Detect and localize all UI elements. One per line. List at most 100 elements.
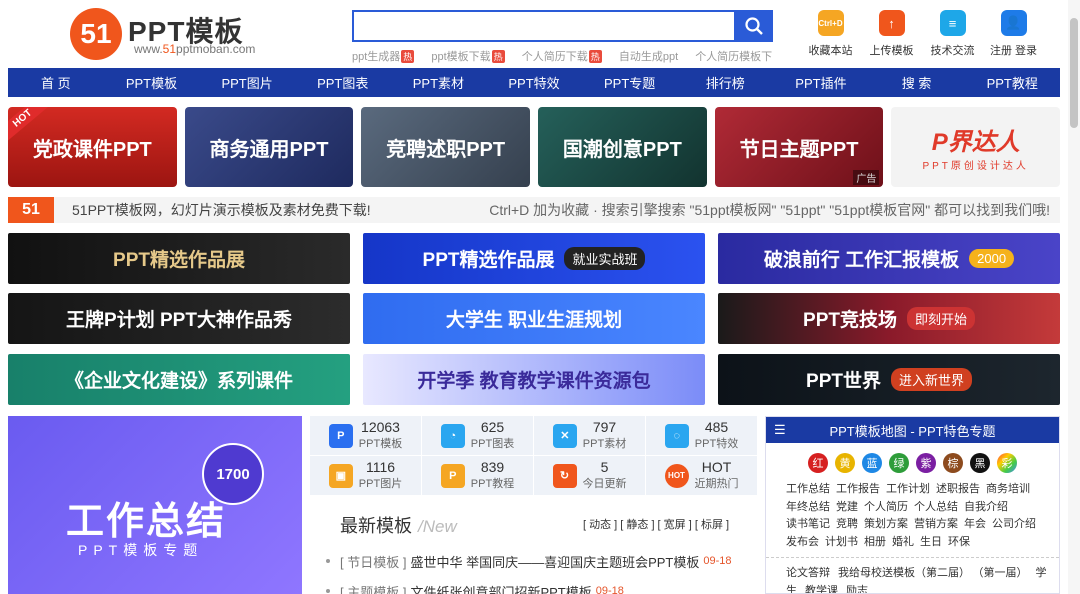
topic-tag[interactable]: 婚礼 [892,536,914,548]
ad-banner[interactable]: 开学季 教育教学课件资源包 [363,353,705,405]
color-blue[interactable]: 蓝 [862,453,882,473]
nav-effects[interactable]: PPT特效 [486,68,582,97]
list-item[interactable]: [ 节日模板 ] 盛世中华 举国同庆——喜迎国庆主题班会PPT模板 09-18 [326,546,766,576]
refresh-icon: ↻ [552,463,577,488]
nav-tutorials[interactable]: PPT教程 [964,68,1060,97]
latest-list: [ 节日模板 ] 盛世中华 举国同庆——喜迎国庆主题班会PPT模板 09-18 [ … [326,546,766,594]
topic-tag[interactable]: 工作总结 [786,483,830,495]
topic-tag[interactable]: 党建 [836,501,858,513]
logo-mark: 51 [70,8,122,60]
color-purple[interactable]: 紫 [916,453,936,473]
nav-charts[interactable]: PPT图表 [295,68,391,97]
ad-banner[interactable]: PPT竞技场 即刻开始 [718,293,1060,345]
search-input[interactable] [354,12,734,40]
topic-tag[interactable]: 个人简历 [864,501,908,513]
topic-tag[interactable]: 我给母校送模板（第二届） [838,567,970,579]
feature-title: 工作总结 [66,501,227,543]
color-black[interactable]: 黑 [970,453,990,473]
topic-tag[interactable]: 述职报告 [936,483,980,495]
topic-tag[interactable]: 竞聘 [836,518,858,530]
color-brown[interactable]: 棕 [943,453,963,473]
stat-templates[interactable]: P 12063 PPT模板 [310,416,422,456]
ad-banner[interactable]: PPT世界 进入新世界 [718,353,1060,405]
topic-tag[interactable]: 商务培训 [986,483,1030,495]
login-button[interactable]: 👤 注册 登录 [983,10,1044,60]
upload-icon: ↑ [878,10,905,36]
stat-today[interactable]: ↻ 5 今日更新 [534,456,646,496]
scroll-thumb[interactable] [1070,18,1078,128]
topic-tag[interactable]: 计划书 [825,536,858,548]
topic-tag[interactable]: 发布会 [786,536,819,548]
topic-tag[interactable]: 工作报告 [836,483,880,495]
category-party[interactable]: HOT 党政课件PPT [8,107,177,187]
color-filter: 红 黄 蓝 绿 紫 棕 黑 彩 [766,453,1059,473]
hot-link[interactable]: 个人简历模板下载 [695,51,772,63]
page-scrollbar[interactable] [1068,0,1080,594]
ppt-icon: P [328,423,353,448]
nav-templates[interactable]: PPT模板 [104,68,200,97]
forum-button[interactable]: ≡ 技术交流 [922,10,983,60]
upload-button[interactable]: ↑ 上传模板 [861,10,922,60]
topic-tag[interactable]: 自我介绍 [964,501,1008,513]
category-campaign[interactable]: 竞聘述职PPT [361,107,531,187]
latest-filter-tabs[interactable]: [ 动态 ] [ 静态 ] [ 宽屏 ] [ 标屏 ] [583,516,729,532]
pie-chart-icon: ◔ [440,423,465,448]
nav-materials[interactable]: PPT素材 [391,68,487,97]
topic-tag[interactable]: 环保 [948,536,970,548]
category-guochao[interactable]: 国潮创意PPT [538,107,707,187]
topic-tag[interactable]: 年终总结 [786,501,830,513]
color-rainbow[interactable]: 彩 [997,453,1017,473]
nav-ranking[interactable]: 排行榜 [677,68,773,97]
ad-banner[interactable]: PPT精选作品展 [8,233,350,284]
list-item[interactable]: [ 主题模板 ] 文件纸张创意部门招新PPT模板 09-18 [326,576,766,594]
ad-banner[interactable]: 破浪前行 工作汇报模板 2000 [718,233,1060,284]
ad-banner[interactable]: 王牌P计划 PPT大神作品秀 [8,293,350,345]
nav-images[interactable]: PPT图片 [199,68,295,97]
bookmark-button[interactable]: Ctrl+D 收藏本站 [800,10,861,60]
feature-banner[interactable]: 1700 工作总结 PPT模板专题 [8,416,302,594]
topic-tag[interactable]: 读书笔记 [786,518,830,530]
hot-link[interactable]: 自动生成ppt [619,51,678,63]
topic-tag[interactable]: 相册 [864,536,886,548]
hot-link[interactable]: 个人简历下载热 [522,50,602,63]
hot-link[interactable]: ppt生成器热 [352,50,415,63]
ad-banner[interactable]: 大学生 职业生涯规划 [363,293,705,345]
category-festival[interactable]: 节日主题PPT 广告 [714,107,884,187]
ad-banner[interactable]: 《企业文化建设》系列课件 [8,353,350,405]
color-green[interactable]: 绿 [889,453,909,473]
menu-icon: ☰ [774,422,786,437]
stat-materials[interactable]: ✕ 797 PPT素材 [534,416,646,456]
category-business[interactable]: 商务通用PPT [184,107,354,187]
stat-images[interactable]: ▣ 1116 PPT图片 [310,456,422,496]
topic-tag[interactable]: 生日 [920,536,942,548]
stat-hot[interactable]: HOT HOT 近期热门 [646,456,758,496]
topic-tag[interactable]: （第一届） [978,567,1028,579]
topic-tag[interactable]: 教学课 [805,585,838,593]
slogan-bar: 51 51PPT模板网，幻灯片演示模板及素材免费下载! Ctrl+D 加为收藏 … [8,197,1060,223]
color-yellow[interactable]: 黄 [835,453,855,473]
map-header: ☰ PPT模板地图 - PPT特色专题 [766,417,1059,443]
topic-tag[interactable]: 营销方案 [914,518,958,530]
nav-plugins[interactable]: PPT插件 [773,68,869,97]
search-button[interactable] [734,10,773,42]
topic-tag[interactable]: 策划方案 [864,518,908,530]
nav-topics[interactable]: PPT专题 [582,68,678,97]
stat-tutorials[interactable]: P 839 PPT教程 [422,456,534,496]
ad-label: 广告 [853,170,880,185]
topic-tag[interactable]: 励志 [846,585,868,593]
stat-charts[interactable]: ◔ 625 PPT图表 [422,416,534,456]
category-pjieda[interactable]: P界达人 PPT原创设计达人 [891,107,1061,187]
stat-effects[interactable]: ◌ 485 PPT特效 [646,416,758,456]
nav-search[interactable]: 搜 索 [869,68,965,97]
topic-tag[interactable]: 公司介绍 [992,518,1036,530]
topic-tag[interactable]: 论文答辩 [786,567,830,579]
ad-banner[interactable]: PPT精选作品展 就业实战班 [363,233,705,284]
topic-tag[interactable]: 个人总结 [914,501,958,513]
color-red[interactable]: 红 [808,453,828,473]
topic-tag[interactable]: 工作计划 [886,483,930,495]
topic-tag[interactable]: 年会 [964,518,986,530]
hot-link[interactable]: ppt模板下载热 [431,50,505,63]
search-box [352,10,734,42]
site-logo[interactable]: 51 PPT模板 www.51pptmoban.com [70,8,270,60]
nav-home[interactable]: 首 页 [8,68,104,97]
